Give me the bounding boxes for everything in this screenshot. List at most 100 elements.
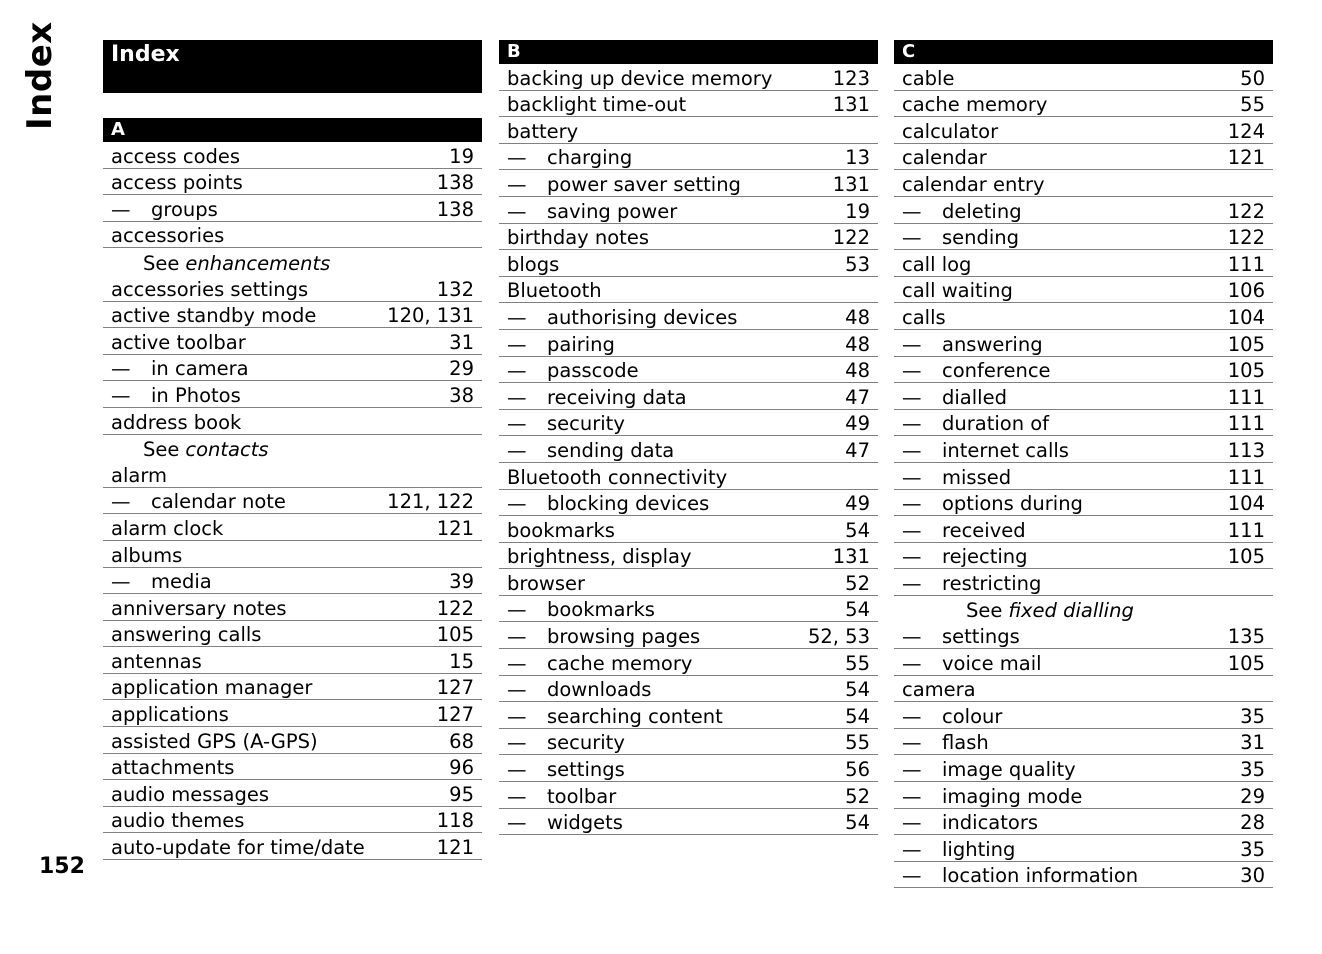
entry-page-ref[interactable]: 38 [449, 384, 474, 407]
entry-page-ref[interactable]: 31 [1240, 732, 1265, 754]
entry-page-ref[interactable]: 48 [845, 333, 870, 356]
subentry-dash: — [507, 305, 527, 329]
index-column-b: B backing up device memory 123 backlight t… [499, 40, 878, 836]
entry-page-ref[interactable]: 48 [845, 306, 870, 329]
entry-page-ref[interactable]: 56 [845, 759, 870, 781]
entry-term: audio themes [111, 809, 245, 833]
entry-page-ref[interactable]: 96 [449, 757, 474, 779]
entry-page-ref[interactable]: 113 [1228, 439, 1265, 462]
entry-page-ref[interactable]: 54 [845, 705, 870, 728]
entry-page-ref[interactable]: 105 [1228, 546, 1265, 568]
entry-page-ref[interactable]: 127 [437, 704, 474, 726]
entry-page-ref[interactable]: 47 [845, 439, 870, 462]
entry-page-ref[interactable]: 54 [845, 519, 870, 542]
entry-page-ref[interactable]: 111 [1228, 466, 1265, 489]
entry-term: media [151, 570, 212, 594]
entry-page-ref[interactable]: 105 [1228, 333, 1265, 356]
entry-page-ref[interactable]: 122 [833, 227, 870, 249]
entry-page-ref[interactable]: 121 [437, 837, 474, 859]
entry-page-ref[interactable]: 106 [1228, 280, 1265, 302]
entry-page-ref[interactable]: 52, 53 [808, 626, 870, 648]
entry-page-ref[interactable]: 121, 122 [387, 491, 474, 513]
entry-page-ref[interactable]: 105 [1228, 360, 1265, 382]
entry-page-ref[interactable]: 50 [1240, 67, 1265, 90]
entry-page-ref[interactable]: 127 [437, 677, 474, 699]
see-target-link[interactable]: contacts [185, 438, 268, 461]
entry-page-ref[interactable]: 30 [1240, 865, 1265, 887]
entry-page-ref[interactable]: 19 [449, 145, 474, 168]
index-entry: cache memory 55 [894, 91, 1273, 118]
entry-page-ref[interactable]: 122 [437, 597, 474, 620]
entry-page-ref[interactable]: 104 [1228, 493, 1265, 515]
entry-page-ref[interactable]: 29 [1240, 785, 1265, 808]
entry-page-ref[interactable]: 55 [845, 732, 870, 754]
entry-page-ref[interactable]: 121 [437, 517, 474, 540]
entry-page-ref[interactable]: 54 [845, 812, 870, 834]
entry-page-ref[interactable]: 13 [845, 147, 870, 169]
entry-page-ref[interactable]: 131 [833, 94, 870, 116]
entry-page-ref[interactable]: 49 [845, 413, 870, 435]
entry-page-ref[interactable]: 104 [1228, 306, 1265, 329]
entry-page-ref[interactable]: 122 [1228, 200, 1265, 223]
entry-page-ref[interactable]: 135 [1228, 626, 1265, 648]
entry-page-ref[interactable]: 105 [1228, 652, 1265, 675]
entry-page-ref[interactable]: 53 [845, 253, 870, 276]
entry-page-ref[interactable]: 131 [833, 546, 870, 568]
entry-page-ref[interactable]: 111 [1228, 253, 1265, 276]
entry-page-ref[interactable]: 52 [845, 785, 870, 808]
entry-page-ref[interactable]: 111 [1228, 413, 1265, 435]
entry-page-ref[interactable]: 49 [845, 493, 870, 515]
entry-term: voice mail [942, 651, 1042, 675]
see-target-link[interactable]: fixed dialling [1008, 599, 1133, 622]
entry-page-ref[interactable]: 120, 131 [387, 305, 474, 327]
subentry-dash: — [902, 545, 922, 569]
index-entry: calculator 124 [894, 117, 1273, 144]
entry-page-ref[interactable]: 39 [449, 571, 474, 593]
subentry-dash: — [902, 571, 922, 595]
index-column-a: Index A access codes 19 access points 138 — g… [103, 40, 482, 861]
entry-page-ref[interactable]: 19 [845, 200, 870, 223]
entry-page-ref[interactable]: 54 [845, 679, 870, 701]
entry-page-ref[interactable]: 15 [449, 650, 474, 673]
entry-page-ref[interactable]: 105 [437, 624, 474, 646]
entry-term: Bluetooth [507, 279, 602, 303]
index-subentry: — saving power 19 [499, 197, 878, 224]
entry-page-ref[interactable]: 52 [845, 572, 870, 595]
index-subentry: — missed 111 [894, 463, 1273, 490]
entry-page-ref[interactable]: 121 [1228, 147, 1265, 169]
entry-page-ref[interactable]: 31 [449, 331, 474, 354]
entry-page-ref[interactable]: 138 [437, 172, 474, 194]
see-target-link[interactable]: enhancements [185, 252, 330, 275]
entry-page-ref[interactable]: 123 [833, 67, 870, 90]
entry-page-ref[interactable]: 55 [845, 652, 870, 675]
entry-page-ref[interactable]: 35 [1240, 705, 1265, 728]
entry-page-ref[interactable]: 131 [833, 173, 870, 196]
entry-term: settings [942, 625, 1020, 649]
entry-page-ref[interactable]: 124 [1228, 120, 1265, 143]
entry-page-ref[interactable]: 47 [845, 386, 870, 409]
entry-page-ref[interactable]: 132 [437, 278, 474, 301]
entry-page-ref[interactable]: 28 [1240, 812, 1265, 834]
entry-term: calendar entry [902, 172, 1045, 196]
entry-page-ref[interactable]: 95 [449, 783, 474, 806]
entry-page-ref[interactable]: 29 [449, 358, 474, 380]
entry-page-ref[interactable]: 111 [1228, 519, 1265, 542]
index-column-c: C cable 50 cache memory 55 calculator 124 cale… [894, 40, 1273, 889]
entry-term: widgets [547, 811, 623, 835]
entry-term: in Photos [151, 383, 241, 407]
entry-page-ref[interactable]: 35 [1240, 759, 1265, 781]
entry-page-ref[interactable]: 122 [1228, 227, 1265, 249]
entry-term: call log [902, 252, 972, 276]
entry-page-ref[interactable]: 35 [1240, 838, 1265, 861]
entry-page-ref[interactable]: 48 [845, 360, 870, 382]
entry-page-ref[interactable]: 138 [437, 198, 474, 221]
index-entry: attachments 96 [103, 754, 482, 781]
entry-page-ref[interactable]: 68 [449, 730, 474, 753]
entry-page-ref[interactable]: 118 [437, 810, 474, 832]
entry-page-ref[interactable]: 111 [1228, 386, 1265, 409]
entry-term: access codes [111, 144, 241, 168]
index-entry: applications 127 [103, 700, 482, 728]
entry-page-ref[interactable]: 55 [1240, 94, 1265, 116]
index-entry: application manager 127 [103, 674, 482, 701]
entry-page-ref[interactable]: 54 [845, 599, 870, 621]
